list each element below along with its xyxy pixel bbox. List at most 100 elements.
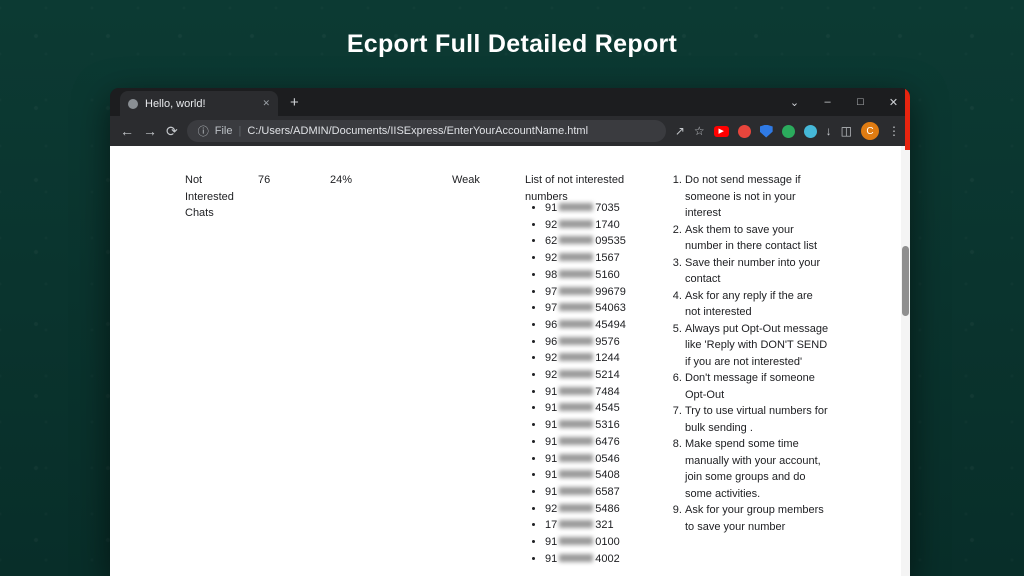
youtube-extension-icon[interactable]: ▶ [714, 126, 729, 137]
phone-prefix: 96 [545, 336, 557, 348]
numbers-list: 9170359217406209535921567985160979967997… [532, 200, 626, 567]
phone-number-item: 925214 [545, 367, 626, 384]
phone-number-item: 910546 [545, 451, 626, 468]
redacted-digits [559, 537, 593, 545]
redacted-digits [559, 370, 593, 378]
phone-suffix: 6587 [595, 486, 619, 498]
chat-count: 76 [258, 172, 270, 189]
redacted-digits [559, 554, 593, 562]
phone-suffix: 5486 [595, 503, 619, 515]
phone-prefix: 92 [545, 352, 557, 364]
scrollbar-thumb[interactable] [902, 246, 909, 316]
redacted-digits [559, 403, 593, 411]
browser-toolbar: ← → ⟳ ⓘ File | C:/Users/ADMIN/Documents/… [110, 116, 910, 146]
page-scrollbar[interactable] [901, 146, 910, 576]
phone-suffix: 99679 [595, 286, 626, 298]
tab-search-chevron-icon[interactable]: ⌄ [778, 96, 811, 109]
phone-prefix: 91 [545, 436, 557, 448]
phone-prefix: 92 [545, 252, 557, 264]
phone-number-item: 91 6587 [545, 484, 626, 501]
redacted-digits [559, 504, 593, 512]
phone-suffix: 1740 [595, 219, 619, 231]
browser-tab[interactable]: Hello, world! ✕ [120, 91, 278, 116]
profile-avatar[interactable]: C [861, 122, 879, 140]
redacted-digits [559, 203, 593, 211]
phone-prefix: 91 [545, 553, 557, 565]
minimize-button[interactable]: – [811, 96, 844, 108]
tip-item: Make spend some time manually with your … [685, 436, 830, 502]
row-label: Not Interested Chats [185, 172, 243, 222]
share-icon[interactable]: ↗ [675, 125, 685, 137]
phone-number-item: 914002 [545, 551, 626, 568]
phone-number-item: 92 1740 [545, 217, 626, 234]
phone-suffix: 5316 [595, 419, 619, 431]
phone-number-item: 91 0100 [545, 534, 626, 551]
redacted-digits [559, 236, 593, 244]
menu-kebab-icon[interactable]: ⋮ [888, 125, 900, 137]
phone-prefix: 91 [545, 419, 557, 431]
maximize-button[interactable]: □ [844, 96, 877, 108]
redacted-digits [559, 220, 593, 228]
tip-item: Try to use virtual numbers for bulk send… [685, 403, 830, 436]
phone-prefix: 97 [545, 302, 557, 314]
tip-item: Don't message if someone Opt-Out [685, 370, 830, 403]
phone-suffix: 1244 [595, 352, 619, 364]
redacted-digits [559, 303, 593, 311]
report-title: Ecport Full Detailed Report [0, 30, 1024, 59]
phone-number-item: 917484 [545, 384, 626, 401]
tip-item: Ask for any reply if the are not interes… [685, 288, 830, 321]
redacted-digits [559, 454, 593, 462]
strength-label: Weak [452, 172, 480, 189]
reload-icon[interactable]: ⟳ [166, 124, 178, 138]
side-panel-icon[interactable]: ◫ [841, 125, 852, 137]
phone-number-item: 92 1244 [545, 350, 626, 367]
phone-prefix: 98 [545, 269, 557, 281]
tab-title: Hello, world! [145, 98, 255, 110]
phone-prefix: 91 [545, 402, 557, 414]
phone-number-item: 915408 [545, 467, 626, 484]
tab-close-icon[interactable]: ✕ [262, 98, 270, 109]
phone-number-item: 96 9576 [545, 334, 626, 351]
phone-number-item: 92 1567 [545, 250, 626, 267]
redacted-digits [559, 353, 593, 361]
address-bar[interactable]: ⓘ File | C:/Users/ADMIN/Documents/IISExp… [187, 120, 666, 142]
phone-suffix: 0100 [595, 536, 619, 548]
tip-item: Save their number into your contact [685, 255, 830, 288]
phone-prefix: 91 [545, 386, 557, 398]
blue-shield-extension-icon[interactable] [760, 125, 773, 138]
phone-suffix: 09535 [595, 235, 626, 247]
forward-icon[interactable]: → [143, 124, 157, 138]
teal-circle-extension-icon[interactable] [804, 125, 817, 138]
phone-number-item: 6209535 [545, 233, 626, 250]
phone-suffix: 9576 [595, 336, 619, 348]
download-icon[interactable]: ↓ [826, 125, 832, 137]
extensions-row: ▶ [714, 125, 817, 138]
phone-suffix: 1567 [595, 252, 619, 264]
green-circle-extension-icon[interactable] [782, 125, 795, 138]
redacted-digits [559, 337, 593, 345]
play-glyph-icon: ▶ [718, 128, 723, 135]
redacted-digits [559, 270, 593, 278]
bookmark-star-icon[interactable]: ☆ [694, 125, 705, 137]
phone-prefix: 92 [545, 219, 557, 231]
redacted-digits [559, 487, 593, 495]
url-separator: | [238, 125, 241, 137]
phone-suffix: 321 [595, 519, 613, 531]
phone-number-item: 9754063 [545, 300, 626, 317]
red-circle-extension-icon[interactable] [738, 125, 751, 138]
redacted-digits [559, 437, 593, 445]
phone-number-item: 9645494 [545, 317, 626, 334]
phone-prefix: 97 [545, 286, 557, 298]
tips-list: Do not send message if someone is not in… [670, 172, 830, 535]
phone-number-item: 98 5160 [545, 267, 626, 284]
report-page: Not Interested Chats 76 24% Weak List of… [110, 146, 910, 576]
redacted-digits [559, 387, 593, 395]
phone-suffix: 5160 [595, 269, 619, 281]
phone-prefix: 91 [545, 536, 557, 548]
new-tab-button[interactable]: + [290, 95, 299, 110]
phone-number-item: 925486 [545, 501, 626, 518]
phone-suffix: 5214 [595, 369, 619, 381]
url-scheme-label: File [215, 125, 233, 137]
back-icon[interactable]: ← [120, 124, 134, 138]
phone-prefix: 91 [545, 486, 557, 498]
